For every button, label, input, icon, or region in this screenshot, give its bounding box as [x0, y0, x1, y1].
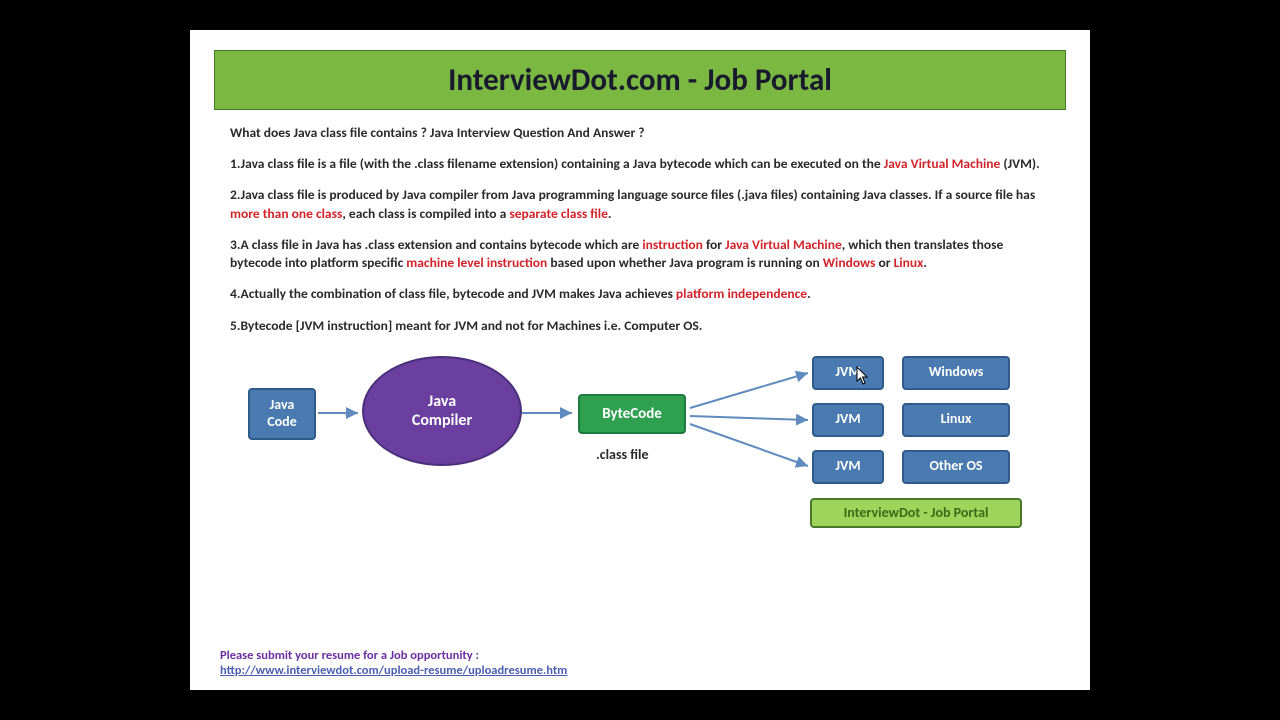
footer-link[interactable]: http://www.interviewdot.com/upload-resum…	[220, 663, 567, 678]
slide: InterviewDot.com - Job Portal What does …	[190, 30, 1090, 690]
p1-b: (JVM).	[1000, 155, 1039, 172]
p4-hl: platform independence	[676, 285, 807, 302]
p2-hl1: more than one class	[230, 205, 342, 222]
point-2: 2.Java class file is produced by Java co…	[230, 186, 1050, 222]
box-otheros: Other OS	[902, 450, 1010, 484]
p4-b: .	[807, 285, 811, 302]
p3-hl1: instruction	[642, 236, 703, 253]
box-java-code: Java Code	[248, 388, 316, 440]
p1-a: 1.Java class file is a file (with the .c…	[230, 155, 884, 172]
box-windows: Windows	[902, 356, 1010, 390]
p2-c: .	[608, 205, 612, 222]
footer: Please submit your resume for a Job oppo…	[220, 648, 567, 678]
point-3: 3.A class file in Java has .class extens…	[230, 236, 1050, 272]
box-jvm-3: JVM	[812, 450, 884, 484]
p3-hl4: Windows	[823, 254, 876, 271]
p2-a: 2.Java class file is produced by Java co…	[230, 186, 1035, 203]
box-portal: InterviewDot - Job Portal	[810, 498, 1022, 528]
content-body: What does Java class file contains ? Jav…	[230, 124, 1050, 335]
box-jvm-2: JVM	[812, 403, 884, 437]
point-1: 1.Java class file is a file (with the .c…	[230, 155, 1050, 173]
question-text: What does Java class file contains ? Jav…	[230, 124, 1050, 142]
p3-hl5: Linux	[894, 254, 924, 271]
p1-hl: Java Virtual Machine	[884, 155, 1001, 172]
point-5: 5.Bytecode [JVM instruction] meant for J…	[230, 317, 1050, 335]
p3-b: for	[703, 236, 725, 253]
p2-hl2: separate class file	[509, 205, 608, 222]
p3-d: based upon whether Java program is runni…	[547, 254, 823, 271]
page-title: InterviewDot.com - Job Portal	[215, 61, 1065, 99]
p3-hl2: Java Virtual Machine	[725, 236, 842, 253]
p2-b: , each class is compiled into a	[342, 205, 509, 222]
box-bytecode: ByteCode	[578, 394, 686, 434]
p3-e: or	[875, 254, 893, 271]
flow-diagram: Java Code Java Compiler ByteCode .class …	[200, 348, 1080, 538]
p3-f: .	[923, 254, 927, 271]
point-4: 4.Actually the combination of class file…	[230, 285, 1050, 303]
box-jvm-1: JVM	[812, 356, 884, 390]
box-linux: Linux	[902, 403, 1010, 437]
p3-a: 3.A class file in Java has .class extens…	[230, 236, 642, 253]
p3-hl3: machine level instruction	[406, 254, 547, 271]
p4-a: 4.Actually the combination of class file…	[230, 285, 676, 302]
footer-prompt: Please submit your resume for a Job oppo…	[220, 648, 567, 663]
label-classfile: .class file	[596, 446, 649, 463]
title-bar: InterviewDot.com - Job Portal	[214, 50, 1066, 110]
ellipse-java-compiler: Java Compiler	[362, 356, 522, 466]
